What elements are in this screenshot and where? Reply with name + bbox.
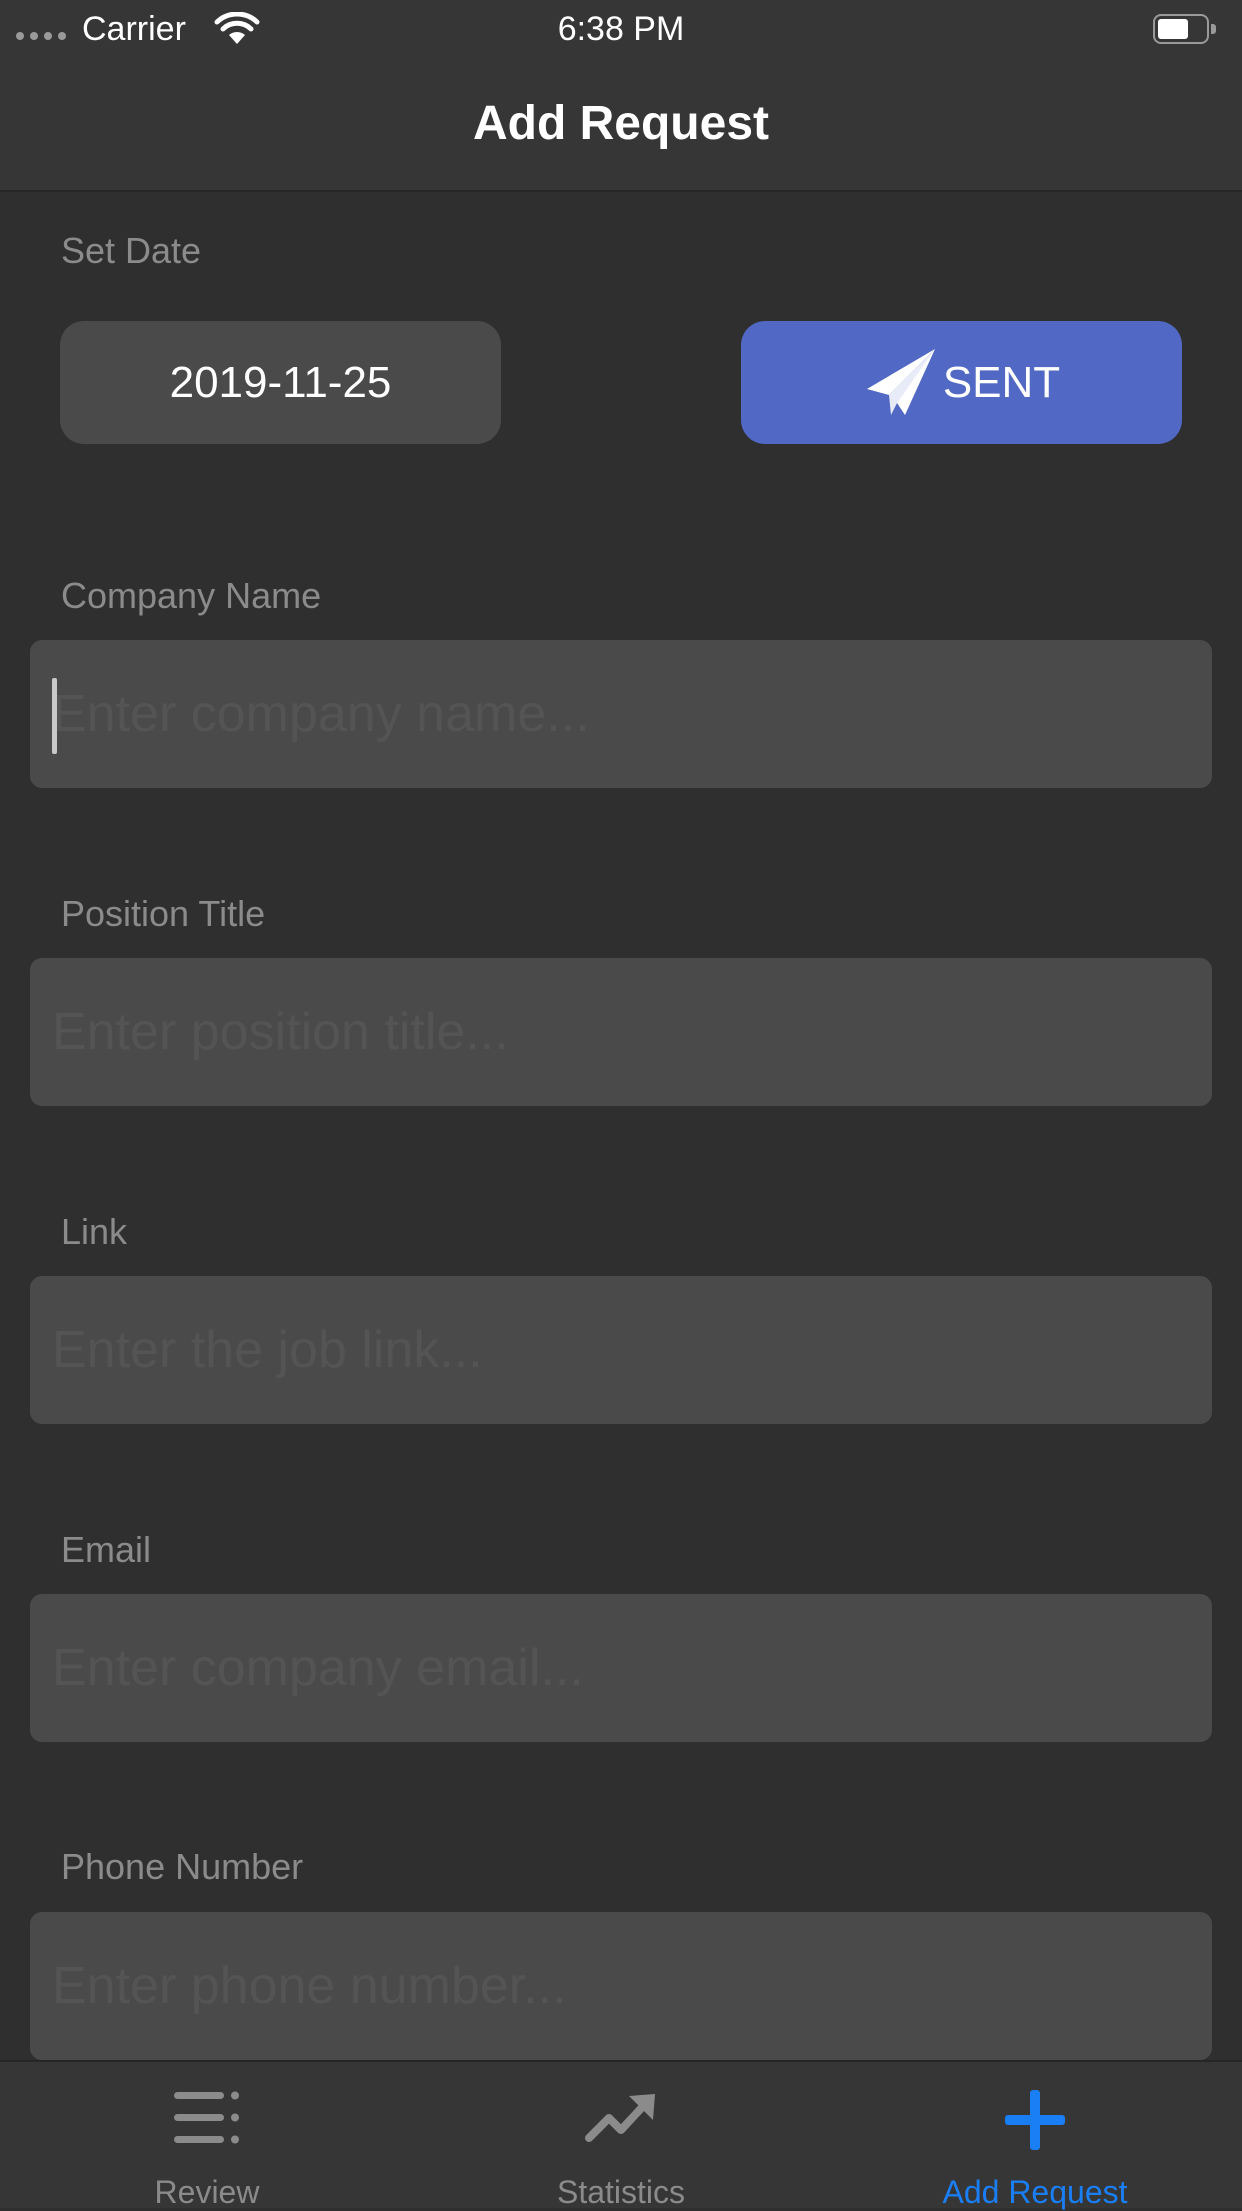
position-title-field[interactable]: Enter position title... xyxy=(30,958,1212,1106)
company-name-placeholder: Enter company name... xyxy=(52,685,590,743)
navigation-bar: Add Request xyxy=(0,58,1242,192)
company-name-label: Company Name xyxy=(61,575,322,616)
email-field[interactable]: Enter company email... xyxy=(30,1594,1212,1742)
phone-number-field[interactable]: Enter phone number... xyxy=(30,1912,1212,2060)
tab-bar: Review Statistics Add Request xyxy=(0,2060,1242,2210)
email-label: Email xyxy=(61,1529,152,1570)
tab-statistics[interactable]: Statistics xyxy=(414,2062,828,2210)
link-field[interactable]: Enter the job link... xyxy=(30,1276,1212,1424)
text-cursor xyxy=(52,678,57,754)
status-time: 6:38 PM xyxy=(557,10,685,48)
position-title-label: Position Title xyxy=(61,893,266,934)
trend-arrow-icon xyxy=(585,2094,655,2142)
status-bar: Carrier 6:38 PM xyxy=(0,0,1242,58)
link-label: Link xyxy=(61,1211,128,1252)
tab-review[interactable]: Review xyxy=(0,2062,414,2210)
set-date-label: Set Date xyxy=(61,230,202,271)
sent-button[interactable]: SENT xyxy=(741,321,1182,444)
battery-icon xyxy=(1153,14,1217,44)
link-placeholder: Enter the job link... xyxy=(52,1321,483,1379)
paper-plane-icon xyxy=(866,348,935,415)
sent-label: SENT xyxy=(942,357,1061,407)
tab-statistics-label: Statistics xyxy=(556,2174,686,2210)
date-value: 2019-11-25 xyxy=(169,357,392,407)
tab-add-request[interactable]: Add Request xyxy=(828,2062,1242,2210)
phone-number-placeholder: Enter phone number... xyxy=(52,1957,567,2015)
date-picker-button[interactable]: 2019-11-25 xyxy=(60,321,501,444)
page-title: Add Request xyxy=(472,97,769,150)
list-icon xyxy=(174,2091,239,2144)
email-placeholder: Enter company email... xyxy=(52,1639,584,1697)
company-name-field[interactable]: Enter company name... xyxy=(30,640,1212,788)
position-title-placeholder: Enter position title... xyxy=(52,1003,509,1061)
tab-review-label: Review xyxy=(154,2174,260,2210)
tab-add-request-label: Add Request xyxy=(942,2174,1128,2210)
plus-icon xyxy=(1005,2090,1065,2150)
phone-number-label: Phone Number xyxy=(61,1846,304,1887)
